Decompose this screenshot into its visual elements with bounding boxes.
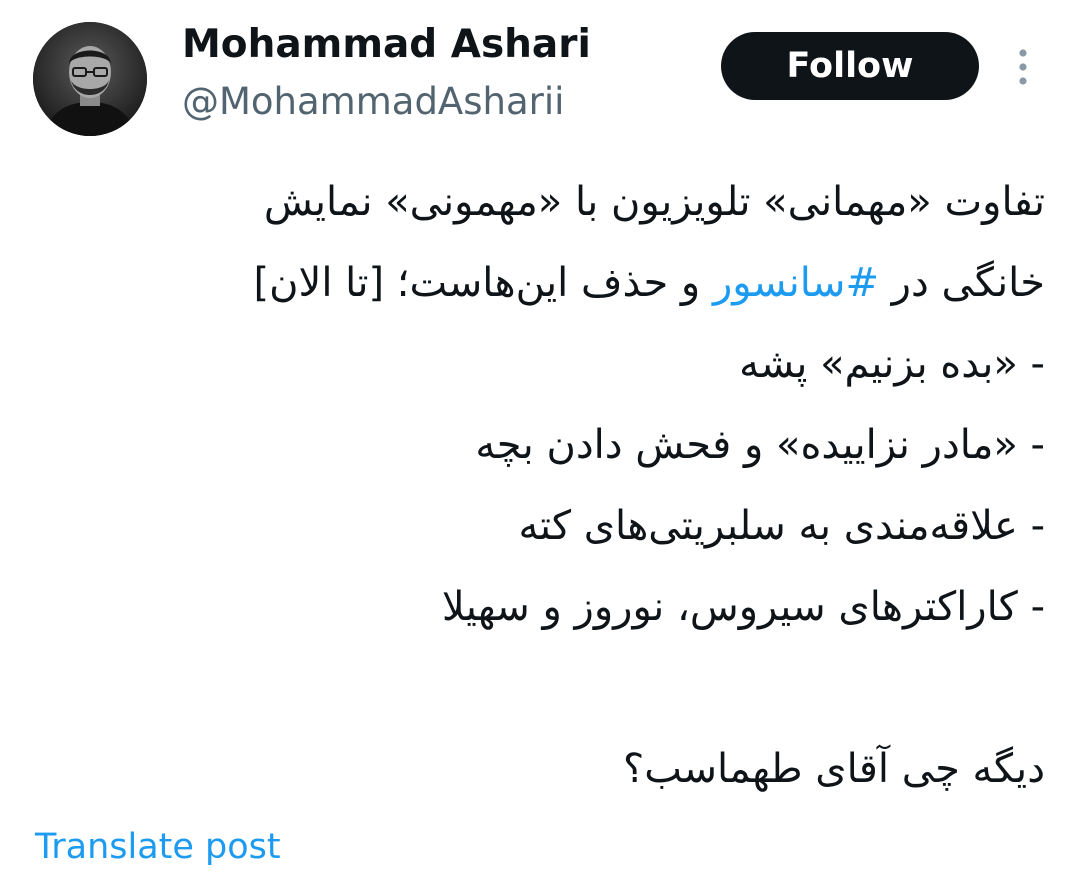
list-item: - علاقه‌مندی به سلبریتی‌های کته (518, 503, 1045, 549)
hashtag-link[interactable]: #سانسور (713, 260, 879, 306)
list-item: - «بده بزنیم» پشه (739, 341, 1045, 387)
avatar[interactable] (33, 22, 147, 136)
post-closing-line: دیگه چی آقای طهماسب؟ (622, 746, 1045, 792)
post-text-segment: خانگی در (878, 260, 1045, 306)
follow-button[interactable]: Follow (721, 32, 979, 100)
tweet-card: Mohammad Ashari @MohammadAsharii Follow … (0, 0, 1080, 895)
more-options-button[interactable] (1008, 42, 1038, 92)
avatar-photo-icon (33, 22, 147, 136)
list-item: - «مادر نزاییده» و فحش دادن بچه (475, 422, 1045, 468)
more-vertical-icon (1019, 49, 1027, 85)
post-text-segment: و حذف این‌هاست؛ [تا الان] (253, 260, 713, 306)
post-line: تفاوت «مهمانی» تلویزیون با «مهمونی» نمای… (263, 179, 1045, 225)
post-line: خانگی در #سانسور و حذف این‌هاست؛ [تا الا… (100, 243, 1045, 324)
post-text: تفاوت «مهمانی» تلویزیون با «مهمونی» نمای… (100, 162, 1045, 810)
translate-post-link[interactable]: Translate post (35, 822, 281, 872)
author-handle[interactable]: @MohammadAsharii (182, 78, 564, 126)
author-display-name[interactable]: Mohammad Ashari (182, 20, 591, 70)
list-item: - کاراکترهای سیروس، نوروز و سهیلا (441, 584, 1045, 630)
